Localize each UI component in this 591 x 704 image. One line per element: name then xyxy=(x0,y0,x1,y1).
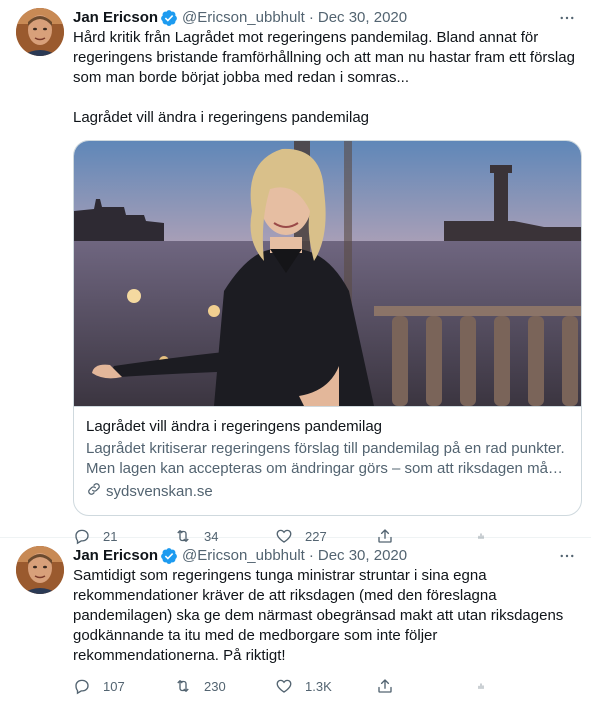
like-count: 1.3K xyxy=(305,678,332,694)
share-icon xyxy=(378,679,392,693)
more-horizontal-icon[interactable] xyxy=(557,8,577,28)
card-description: Lagrådet kritiserar regeringens förslag … xyxy=(86,440,568,477)
tweet-header: Jan Ericson @Ericson_ubbhult · Dec 30, 2… xyxy=(73,8,577,28)
meta-separator: · xyxy=(308,547,314,564)
avatar-image xyxy=(16,8,64,56)
analytics-icon xyxy=(478,683,484,689)
author-handle[interactable]: @Ericson_ubbhult xyxy=(182,8,305,28)
tweet-date[interactable]: Dec 30, 2020 xyxy=(318,8,407,28)
tweet-actions: 107 230 1.3K xyxy=(73,676,577,696)
verified-badge-icon xyxy=(160,547,178,565)
reply-count: 107 xyxy=(103,678,125,694)
heart-icon xyxy=(276,679,292,693)
retweet-button[interactable]: 230 xyxy=(174,677,275,695)
retweet-count: 230 xyxy=(204,678,226,694)
reply-button[interactable]: 107 xyxy=(73,677,174,695)
reply-icon xyxy=(75,679,89,695)
like-button[interactable]: 1.3K xyxy=(275,677,376,695)
avatar-column xyxy=(16,546,65,704)
verified-badge-icon xyxy=(160,9,178,27)
avatar-image xyxy=(16,546,64,594)
author-handle[interactable]: @Ericson_ubbhult xyxy=(182,546,305,566)
avatar[interactable] xyxy=(16,8,64,56)
card-body: Lagrådet vill ändra i regeringens pandem… xyxy=(74,406,581,515)
retweet-icon xyxy=(177,680,189,692)
meta-separator: · xyxy=(308,9,314,26)
tweet-body: Jan Ericson @Ericson_ubbhult · Dec 30, 2… xyxy=(73,8,582,545)
share-button[interactable] xyxy=(376,677,477,695)
avatar[interactable] xyxy=(16,546,64,594)
card-domain-text: sydsvenskan.se xyxy=(106,483,213,500)
card-domain[interactable]: sydsvenskan.se xyxy=(86,481,569,503)
tweet-text: Samtidigt som regeringens tunga ministra… xyxy=(73,567,568,664)
tweet[interactable]: Jan Ericson @Ericson_ubbhult · Dec 30, 2… xyxy=(0,538,591,704)
more-horizontal-icon[interactable] xyxy=(557,546,577,566)
card-image xyxy=(74,141,581,406)
tweet[interactable]: Jan Ericson @Ericson_ubbhult · Dec 30, 2… xyxy=(0,0,591,545)
link-icon xyxy=(86,481,106,503)
tweet-text: Hård kritik från Lagrådet mot regeringen… xyxy=(73,29,575,126)
avatar-column xyxy=(16,8,65,537)
link-card[interactable]: Lagrådet vill ändra i regeringens pandem… xyxy=(73,140,582,516)
card-title[interactable]: Lagrådet vill ändra i regeringens pandem… xyxy=(86,417,569,437)
author-name[interactable]: Jan Ericson xyxy=(73,8,158,28)
author-name[interactable]: Jan Ericson xyxy=(73,546,158,566)
tweet-header: Jan Ericson @Ericson_ubbhult · Dec 30, 2… xyxy=(73,546,577,566)
analytics-button[interactable] xyxy=(477,677,497,695)
tweet-date[interactable]: Dec 30, 2020 xyxy=(318,546,407,566)
tweet-body: Jan Ericson @Ericson_ubbhult · Dec 30, 2… xyxy=(73,546,577,704)
